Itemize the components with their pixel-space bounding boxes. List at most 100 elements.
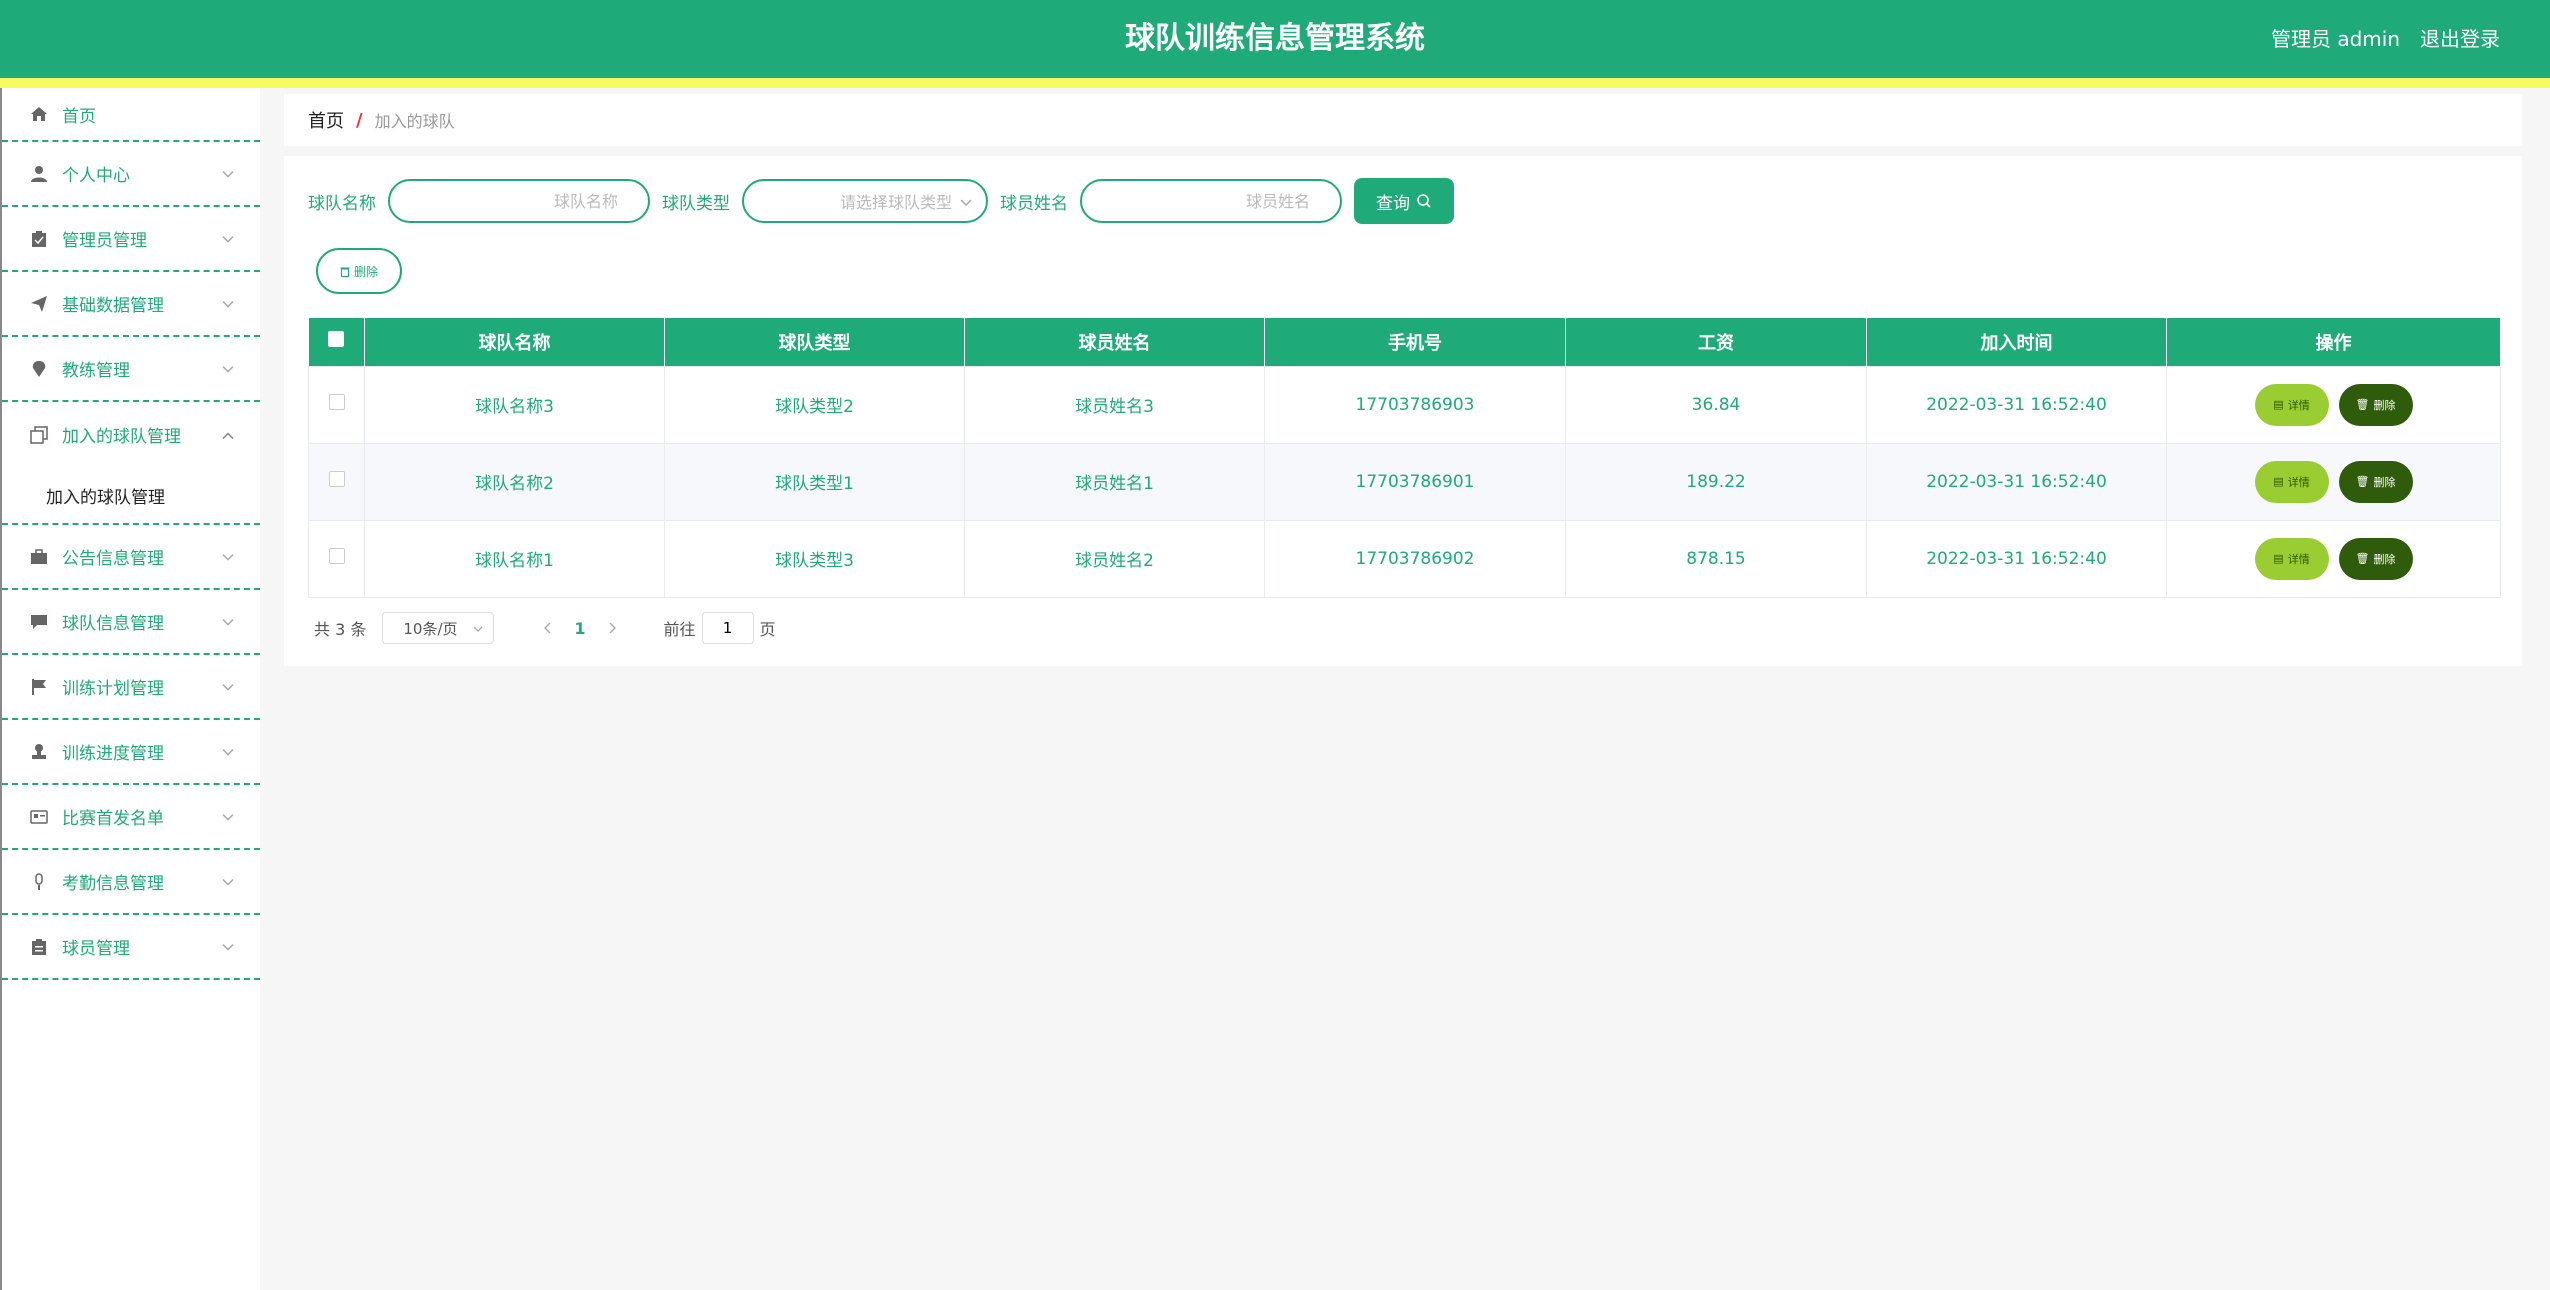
cell-team-type: 球队类型3 — [664, 519, 965, 598]
sidebar-item-label: 教练管理 — [62, 361, 130, 381]
search-icon — [1416, 193, 1432, 209]
column-header: 手机号 — [1264, 318, 1566, 366]
chevron-down-icon — [222, 228, 234, 247]
sidebar-item-training-plan[interactable]: 训练计划管理 — [2, 655, 260, 720]
column-header: 操作 — [2166, 318, 2501, 366]
cell-player-name: 球员姓名1 — [964, 442, 1265, 521]
sidebar-item-joined-team[interactable]: 加入的球队管理 — [2, 402, 260, 467]
clipboard-icon — [28, 936, 50, 958]
query-button[interactable]: 查询 — [1354, 178, 1454, 224]
sidebar-item-coach[interactable]: 教练管理 — [2, 337, 260, 402]
detail-button[interactable]: ▤ 详情 — [2254, 537, 2329, 580]
column-header: 加入时间 — [1866, 318, 2167, 366]
document-icon: ▤ — [2273, 552, 2284, 565]
prev-page-button[interactable] — [538, 619, 558, 638]
cell-join-time: 2022-03-31 16:52:40 — [1866, 442, 2167, 521]
sidebar-item-admin-management[interactable]: 管理员管理 — [2, 207, 260, 272]
row-checkbox[interactable] — [328, 471, 345, 487]
table-row: 球队名称2 球队类型1 球员姓名1 17703786901 189.22 202… — [308, 442, 2501, 521]
cell-salary: 878.15 — [1565, 519, 1867, 598]
detail-label: 详情 — [2287, 398, 2310, 412]
trash-icon: 🗑 — [2355, 552, 2370, 565]
team-type-placeholder: 请选择球队类型 — [839, 193, 952, 212]
team-type-label: 球队类型 — [662, 193, 730, 214]
goto-page-input[interactable] — [701, 612, 754, 644]
select-all-cell[interactable] — [308, 318, 365, 366]
sidebar-item-player[interactable]: 球员管理 — [2, 915, 260, 980]
chevron-down-icon — [222, 293, 234, 312]
detail-button[interactable]: ▤ 详情 — [2254, 460, 2329, 503]
page-size-select[interactable]: 10条/页 — [382, 612, 495, 644]
detail-label: 详情 — [2287, 475, 2310, 489]
player-name-label: 球员姓名 — [1000, 193, 1068, 214]
page-number-current[interactable]: 1 — [574, 619, 585, 638]
cell-team-name: 球队名称3 — [364, 365, 665, 444]
sidebar-item-label: 球员管理 — [62, 939, 130, 959]
chevron-down-icon — [222, 546, 234, 565]
chevron-down-icon — [960, 192, 972, 211]
logout-link[interactable]: 退出登录 — [2420, 0, 2500, 78]
column-header: 球员姓名 — [964, 318, 1265, 366]
delete-button[interactable]: 🗑 删除 — [2338, 537, 2413, 580]
chevron-down-icon — [222, 871, 234, 890]
delete-button[interactable]: 🗑 删除 — [2338, 383, 2413, 426]
cell-team-name: 球队名称2 — [364, 442, 665, 521]
sidebar-item-label: 训练进度管理 — [62, 744, 164, 764]
sidebar-item-label: 球队信息管理 — [62, 614, 164, 634]
cell-phone: 17703786903 — [1264, 365, 1566, 444]
sidebar-item-basic-data[interactable]: 基础数据管理 — [2, 272, 260, 337]
sidebar-item-notice[interactable]: 公告信息管理 — [2, 525, 260, 590]
query-button-label: 查询 — [1376, 193, 1410, 214]
goto-prefix: 前往 — [663, 620, 696, 639]
delete-label: 删除 — [2373, 398, 2396, 412]
sidebar-item-label: 首页 — [62, 106, 96, 127]
sidebar-item-personal-center[interactable]: 个人中心 — [2, 142, 260, 207]
current-user: 管理员 admin — [2270, 27, 2400, 51]
sidebar-item-label: 管理员管理 — [62, 231, 147, 251]
column-header: 球队类型 — [664, 318, 965, 366]
chevron-down-icon — [222, 936, 234, 955]
chat-icon — [28, 611, 50, 633]
table-row: 球队名称3 球队类型2 球员姓名3 17703786903 36.84 2022… — [308, 365, 2501, 444]
delete-label: 删除 — [2373, 552, 2396, 566]
breadcrumb-separator: / — [356, 109, 363, 131]
sidebar-subitem-joined-team[interactable]: 加入的球队管理 — [2, 467, 260, 525]
cell-salary: 189.22 — [1565, 442, 1867, 521]
joined-team-table: 球队名称 球队类型 球员姓名 手机号 工资 加入时间 操作 球队名称3 球队类型… — [308, 318, 2501, 598]
main-content: 球队名称 球队类型 请选择球队类型 球员姓名 查询 删除 球队名称 球队类型 球… — [284, 156, 2522, 666]
sidebar-item-label: 基础数据管理 — [62, 296, 164, 316]
team-type-select[interactable]: 请选择球队类型 — [742, 179, 988, 223]
column-header: 球队名称 — [364, 318, 665, 366]
cell-phone: 17703786901 — [1264, 442, 1566, 521]
sidebar-item-label: 考勤信息管理 — [62, 874, 164, 894]
pagination: 共 3 条 10条/页 1 前往 页 — [314, 612, 776, 644]
detail-button[interactable]: ▤ 详情 — [2254, 383, 2329, 426]
search-bar: 球队名称 球队类型 请选择球队类型 球员姓名 查询 — [308, 178, 1454, 224]
sidebar: 首页 个人中心 管理员管理 基础数据管理 教练管理 加入的球队管理 加入的球队管… — [0, 88, 260, 1290]
row-checkbox[interactable] — [328, 548, 345, 564]
breadcrumb-home[interactable]: 首页 — [308, 107, 344, 133]
batch-delete-button[interactable]: 删除 — [316, 248, 402, 294]
cell-team-type: 球队类型2 — [664, 365, 965, 444]
sidebar-item-training-progress[interactable]: 训练进度管理 — [2, 720, 260, 785]
clipboard-icon — [28, 228, 50, 250]
sidebar-item-attendance[interactable]: 考勤信息管理 — [2, 850, 260, 915]
next-page-button[interactable] — [602, 619, 622, 638]
select-all-checkbox[interactable] — [328, 331, 345, 348]
row-checkbox[interactable] — [328, 394, 345, 410]
trash-icon: 🗑 — [2355, 398, 2370, 411]
goto-suffix: 页 — [759, 620, 776, 639]
sidebar-item-team-info[interactable]: 球队信息管理 — [2, 590, 260, 655]
id-card-icon — [28, 806, 50, 828]
sidebar-item-starting-lineup[interactable]: 比赛首发名单 — [2, 785, 260, 850]
batch-delete-label: 删除 — [353, 264, 378, 279]
sidebar-item-label: 加入的球队管理 — [62, 427, 181, 447]
delete-button[interactable]: 🗑 删除 — [2338, 460, 2413, 503]
sidebar-item-home[interactable]: 首页 — [2, 88, 260, 142]
header-accent-strip — [0, 78, 2550, 88]
location-icon — [28, 358, 50, 380]
player-name-input[interactable] — [1080, 179, 1342, 223]
detail-label: 详情 — [2287, 552, 2310, 566]
team-name-input[interactable] — [388, 179, 650, 223]
trash-icon — [340, 266, 350, 277]
